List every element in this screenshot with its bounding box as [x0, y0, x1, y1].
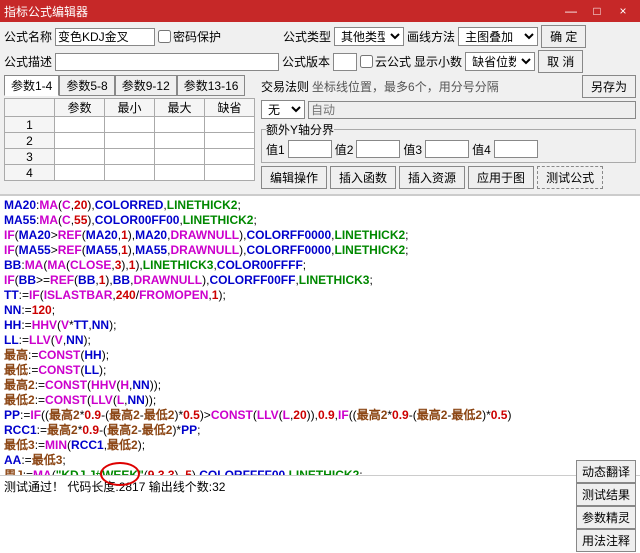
label-ver: 公式版本 [282, 53, 330, 70]
tab-params-5-8[interactable]: 参数5-8 [59, 75, 114, 96]
ok-button[interactable]: 确 定 [541, 25, 586, 48]
y2-input[interactable] [356, 140, 400, 158]
close-icon[interactable]: × [610, 4, 636, 18]
y3-input[interactable] [425, 140, 469, 158]
label-dec: 显示小数 [414, 53, 462, 70]
test-pass: 测试通过！ [4, 478, 64, 495]
usage-button[interactable]: 用法注释 [576, 529, 636, 552]
side-button-panel: 动态翻译 测试结果 参数精灵 用法注释 [576, 460, 636, 552]
tab-params-13-16[interactable]: 参数13-16 [177, 75, 246, 96]
insert-fn-button[interactable]: 插入函数 [330, 166, 396, 189]
status-bar: 测试通过！ 代码长度: 2817 输出线个数: 32 [0, 475, 640, 497]
coord-input[interactable] [308, 101, 636, 119]
dyntrans-button[interactable]: 动态翻译 [576, 460, 636, 483]
toolbar: 公式名称 密码保护 公式类型 其他类型 画线方法 主图叠加 确 定 公式描述 公… [0, 22, 640, 195]
test-button[interactable]: 测试公式 [537, 166, 603, 189]
tab-params-9-12[interactable]: 参数9-12 [115, 75, 177, 96]
label-rule: 交易法则 [261, 78, 309, 95]
param-tabs: 参数1-4 参数5-8 参数9-12 参数13-16 [4, 75, 255, 96]
code-length: 2817 [119, 480, 146, 494]
label-draw: 画线方法 [407, 28, 455, 45]
window-title: 指标公式编辑器 [4, 3, 558, 20]
cancel-button[interactable]: 取 消 [538, 50, 583, 73]
code-editor[interactable]: MA20:MA(C,20),COLORRED,LINETHICK2; MA55:… [0, 195, 640, 475]
label-type: 公式类型 [283, 28, 331, 45]
cloud-checkbox[interactable]: 云公式 [360, 53, 411, 70]
output-count: 32 [212, 480, 225, 494]
rule-select[interactable]: 无 [261, 100, 305, 119]
tab-params-1-4[interactable]: 参数1-4 [4, 75, 59, 96]
param-cell[interactable] [55, 117, 105, 133]
label-name: 公式名称 [4, 28, 52, 45]
formula-desc-input[interactable] [55, 53, 279, 71]
y1-input[interactable] [288, 140, 332, 158]
editop-button[interactable]: 编辑操作 [261, 166, 327, 189]
decimal-select[interactable]: 缺省位数 [465, 52, 535, 71]
label-desc: 公式描述 [4, 53, 52, 70]
version-input[interactable] [333, 53, 357, 71]
formula-type-select[interactable]: 其他类型 [334, 27, 404, 46]
apply-button[interactable]: 应用于图 [468, 166, 534, 189]
y4-input[interactable] [494, 140, 538, 158]
label-coord: 坐标线位置，最多6个，用分号分隔 [312, 78, 499, 95]
insert-res-button[interactable]: 插入资源 [399, 166, 465, 189]
formula-name-input[interactable] [55, 28, 155, 46]
extra-y-fieldset: 额外Y轴分界 值1 值2 值3 值4 [261, 121, 636, 163]
testres-button[interactable]: 测试结果 [576, 483, 636, 506]
maximize-icon[interactable]: □ [584, 4, 610, 18]
saveas-button[interactable]: 另存为 [582, 75, 636, 98]
paramwiz-button[interactable]: 参数精灵 [576, 506, 636, 529]
minimize-icon[interactable]: — [558, 4, 584, 18]
titlebar: 指标公式编辑器 — □ × [0, 0, 640, 22]
params-table: 参数最小最大缺省 1 2 3 4 [4, 98, 255, 181]
draw-method-select[interactable]: 主图叠加 [458, 27, 538, 46]
password-checkbox[interactable]: 密码保护 [158, 28, 221, 45]
